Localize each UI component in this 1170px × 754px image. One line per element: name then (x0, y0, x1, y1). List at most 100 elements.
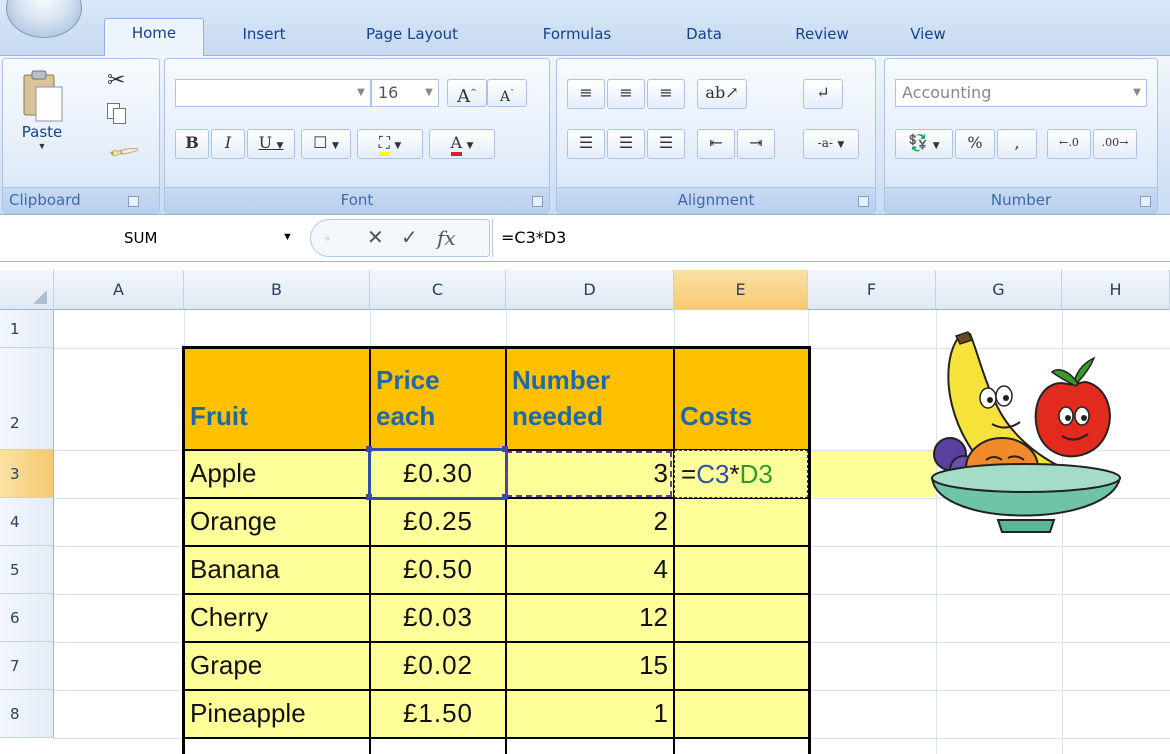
tab-review[interactable]: Review (780, 20, 864, 54)
cell-e4[interactable] (674, 498, 808, 546)
cell-b2-header-fruit[interactable]: Fruit (184, 348, 370, 450)
column-header-e[interactable]: E (674, 270, 808, 310)
enter-icon[interactable]: ✓ (401, 224, 418, 252)
font-name-combo[interactable]: ▼ (175, 79, 371, 107)
cell-c6[interactable]: £0.03 (370, 594, 506, 642)
cell-d5[interactable]: 4 (506, 546, 674, 594)
increase-indent-button[interactable]: ⇥ (737, 129, 775, 159)
fruit-bowl-clipart[interactable] (928, 328, 1124, 538)
decrease-decimal-button[interactable]: .00→ (1093, 129, 1137, 159)
tab-view[interactable]: View (896, 20, 960, 54)
column-header-c[interactable]: C (370, 270, 506, 310)
cell-d7[interactable]: 15 (506, 642, 674, 690)
row-header-1[interactable]: 1 (0, 310, 54, 348)
align-left-button[interactable]: ☰ (567, 129, 605, 159)
cell-b4[interactable]: Orange (184, 498, 370, 546)
copy-icon[interactable] (107, 103, 127, 125)
cell-d6[interactable]: 12 (506, 594, 674, 642)
clipboard-launcher-icon[interactable] (128, 196, 139, 207)
tab-home[interactable]: Home (104, 18, 204, 58)
cell-c2-header-price[interactable]: Price each (370, 348, 506, 450)
cell-d8[interactable]: 1 (506, 690, 674, 738)
cut-icon[interactable]: ✂ (107, 67, 125, 93)
reference-handle[interactable] (502, 446, 508, 452)
grow-font-button[interactable]: A^ (447, 79, 487, 107)
italic-button[interactable]: I (211, 129, 245, 159)
formula-input[interactable]: =C3*D3 (492, 219, 1166, 257)
cell-b6[interactable]: Cherry (184, 594, 370, 642)
reference-handle[interactable] (366, 494, 372, 500)
name-box-dropdown-icon[interactable]: ▼ (282, 231, 293, 243)
cell-c3[interactable]: £0.30 (370, 450, 506, 498)
decrease-indent-button[interactable]: ⇤ (697, 129, 735, 159)
row-header-2[interactable]: 2 (0, 348, 54, 450)
cell-f3[interactable] (808, 451, 936, 497)
format-painter-icon[interactable]: 🖌 (106, 134, 141, 169)
border-button[interactable]: ☐ ▼ (301, 129, 351, 159)
reference-handle[interactable] (366, 446, 372, 452)
office-button[interactable] (6, 0, 82, 38)
paste-dropdown-icon[interactable]: ▼ (13, 141, 71, 151)
tab-page-layout[interactable]: Page Layout (344, 20, 480, 54)
top-align-button[interactable]: ≡ (567, 79, 605, 109)
row-header-5[interactable]: 5 (0, 546, 54, 594)
cell-d2-header-number[interactable]: Number needed (506, 348, 674, 450)
percent-button[interactable]: % (955, 129, 995, 159)
center-button[interactable]: ☰ (607, 129, 645, 159)
row-header-4[interactable]: 4 (0, 498, 54, 546)
increase-decimal-button[interactable]: ←.0 (1047, 129, 1091, 159)
column-header-b[interactable]: B (184, 270, 370, 310)
cell-c8[interactable]: £1.50 (370, 690, 506, 738)
row-header-3[interactable]: 3 (0, 450, 54, 498)
fill-color-button[interactable]: ⛶ ▼ (357, 129, 423, 159)
cell-e6[interactable] (674, 594, 808, 642)
reference-handle[interactable] (502, 494, 508, 500)
column-header-g[interactable]: G (936, 270, 1062, 310)
orientation-button[interactable]: ab↗ (697, 79, 747, 109)
font-size-combo[interactable]: 16 ▼ (371, 79, 439, 107)
row-header-6[interactable]: 6 (0, 594, 54, 642)
cell-e2-header-costs[interactable]: Costs (674, 348, 808, 450)
cell-b7[interactable]: Grape (184, 642, 370, 690)
cancel-icon[interactable]: ✕ (367, 224, 384, 252)
align-right-button[interactable]: ☰ (647, 129, 685, 159)
alignment-launcher-icon[interactable] (858, 196, 869, 207)
font-launcher-icon[interactable] (532, 196, 543, 207)
merge-center-button[interactable]: -a- ▼ (803, 129, 859, 159)
row-header-8[interactable]: 8 (0, 690, 54, 738)
active-cell-e3[interactable]: =C3*D3 (674, 450, 808, 498)
cell-d3[interactable]: 3 (506, 450, 674, 498)
name-box[interactable]: SUM (4, 223, 304, 253)
tab-data[interactable]: Data (672, 20, 736, 54)
currency-button[interactable]: 💱 ▼ (895, 129, 953, 159)
cell-e8[interactable] (674, 690, 808, 738)
tab-formulas[interactable]: Formulas (522, 20, 632, 54)
bold-button[interactable]: B (175, 129, 209, 159)
number-launcher-icon[interactable] (1140, 196, 1151, 207)
middle-align-button[interactable]: ≡ (607, 79, 645, 109)
cell-c4[interactable]: £0.25 (370, 498, 506, 546)
font-color-button[interactable]: A ▼ (429, 129, 495, 159)
cell-b8[interactable]: Pineapple (184, 690, 370, 738)
column-header-d[interactable]: D (506, 270, 674, 310)
shrink-font-button[interactable]: Aˇ (487, 79, 527, 107)
cell-e5[interactable] (674, 546, 808, 594)
row-header-7[interactable]: 7 (0, 642, 54, 690)
cell-b5[interactable]: Banana (184, 546, 370, 594)
select-all-button[interactable] (0, 270, 54, 310)
function-icon[interactable]: fx (437, 224, 456, 252)
underline-button[interactable]: U ▼ (247, 129, 295, 159)
column-header-h[interactable]: H (1062, 270, 1170, 310)
cell-e7[interactable] (674, 642, 808, 690)
cell-c5[interactable]: £0.50 (370, 546, 506, 594)
wrap-text-button[interactable]: ↵ (803, 79, 843, 109)
cell-b3[interactable]: Apple (184, 450, 370, 498)
cell-c7[interactable]: £0.02 (370, 642, 506, 690)
paste-button[interactable]: Paste ▼ (13, 69, 71, 169)
column-header-f[interactable]: F (808, 270, 936, 310)
comma-button[interactable]: , (997, 129, 1037, 159)
number-format-combo[interactable]: Accounting ▼ (895, 79, 1147, 107)
bottom-align-button[interactable]: ≡ (647, 79, 685, 109)
cell-d4[interactable]: 2 (506, 498, 674, 546)
column-header-a[interactable]: A (54, 270, 184, 310)
